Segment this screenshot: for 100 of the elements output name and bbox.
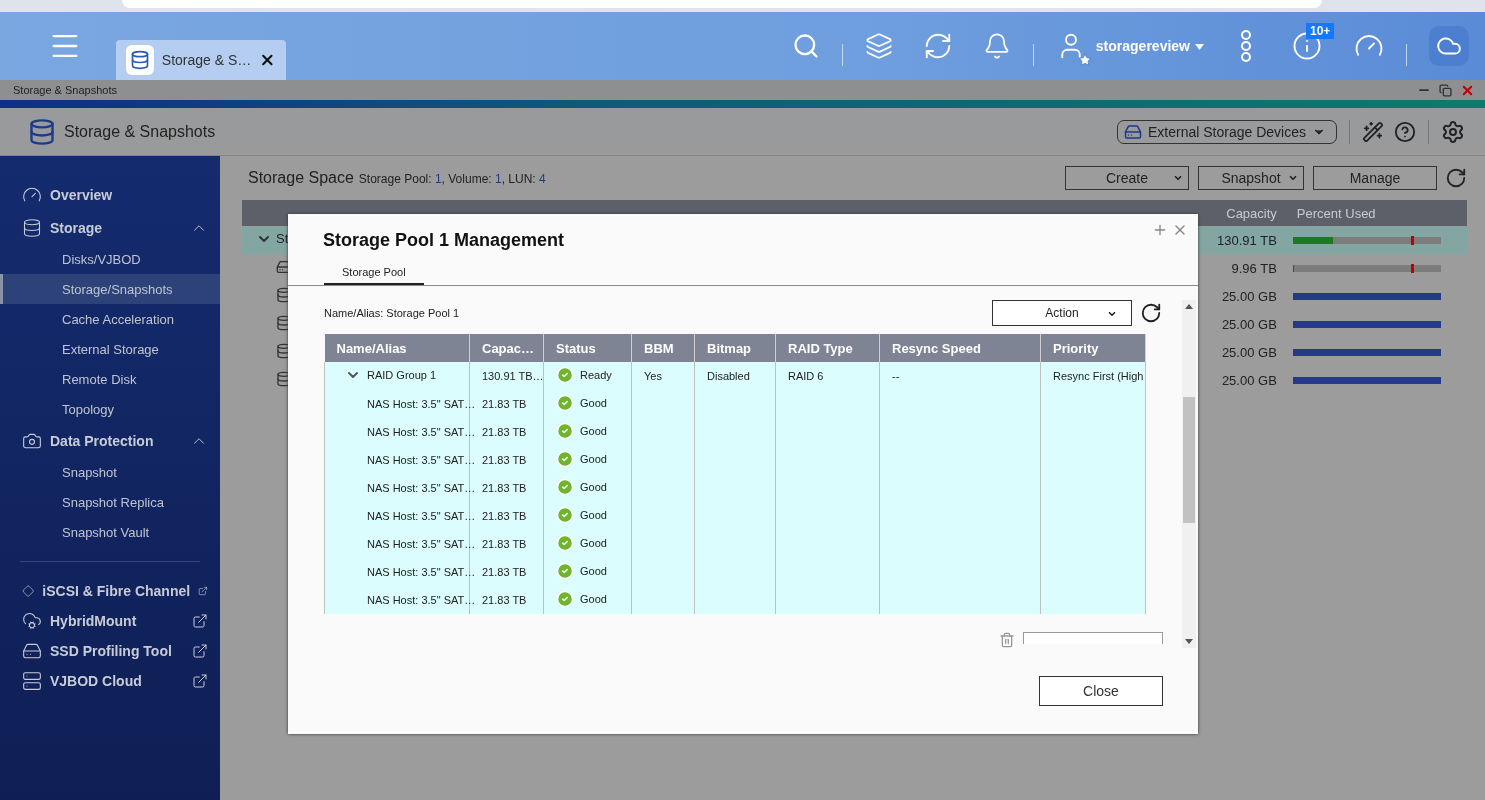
table-cell: Good <box>580 453 607 465</box>
sidebar-item[interactable]: iSCSI & Fibre Channel <box>0 576 220 606</box>
sidebar-item[interactable]: HybridMount <box>0 606 220 636</box>
caret-icon[interactable] <box>1195 44 1204 50</box>
column-header: BBM <box>631 334 695 362</box>
sidebar-item[interactable]: VJBOD Cloud <box>0 666 220 696</box>
sidebar-label: Data Protection <box>50 432 155 449</box>
sidebar-label: VJBOD Cloud <box>50 673 143 689</box>
settings-icon[interactable] <box>1441 119 1465 144</box>
table-cell: 130.91 TB <box>1206 226 1287 254</box>
sidebar-subitem[interactable]: Disks/VJBOD <box>0 244 220 274</box>
sidebar-item[interactable]: SSD Profiling Tool <box>0 636 220 666</box>
caret-icon <box>1173 173 1183 183</box>
column-header: Percent Used <box>1286 200 1467 226</box>
check-icon <box>556 450 574 468</box>
wand-icon[interactable] <box>1362 120 1384 143</box>
caret-icon <box>1107 309 1117 319</box>
storage-app-icon <box>28 117 56 146</box>
table-cell: Yes <box>644 370 662 382</box>
table-cell: NAS Host: 3.5" SAT… <box>367 510 476 522</box>
cloud-button[interactable] <box>1429 26 1469 66</box>
refresh-icon[interactable] <box>1445 167 1467 189</box>
external-link-icon[interactable] <box>192 643 208 659</box>
trash-icon[interactable] <box>999 632 1015 648</box>
search-icon[interactable] <box>791 32 820 60</box>
column-header: Resync Speed <box>879 334 1041 362</box>
table-cell: Disabled <box>707 370 750 382</box>
external-link-icon[interactable] <box>192 673 208 689</box>
table-cell: 9.96 TB <box>1206 254 1287 282</box>
table-cell-text: 25.00 GB <box>1220 315 1278 334</box>
table-cell: Good <box>580 537 607 549</box>
check-icon <box>556 506 574 524</box>
table-cell: NAS Host: 3.5" SAT… <box>367 454 476 466</box>
scrollbar[interactable] <box>1182 300 1196 648</box>
column-header: Name/Alias <box>324 334 470 362</box>
toolbar-button[interactable]: Manage <box>1313 166 1437 190</box>
table-cell: Resync First (High <box>1053 370 1144 382</box>
stack-icon[interactable] <box>864 32 893 60</box>
more-icon[interactable] <box>1240 30 1252 62</box>
sidebar-subitem[interactable]: Topology <box>0 394 220 424</box>
name-alias-label: Name/Alias: Storage Pool 1 <box>324 307 461 319</box>
sidebar-subitem[interactable]: Snapshot Vault <box>0 517 220 547</box>
table-cell: Good <box>580 593 607 605</box>
sidebar-item[interactable]: Overview <box>0 178 220 211</box>
section-title: Storage Space <box>248 169 354 187</box>
sidebar-label: Storage <box>50 219 104 236</box>
dropdown-field[interactable] <box>1023 632 1163 644</box>
table-cell: 21.83 TB <box>482 426 527 438</box>
sidebar-subitem[interactable]: Cache Acceleration <box>0 304 220 334</box>
sidebar-label: Overview <box>50 186 114 203</box>
action-menu[interactable]: Action <box>992 300 1132 326</box>
table-cell: 21.83 TB <box>482 566 527 578</box>
sidebar-subitem[interactable]: Snapshot Replica <box>0 487 220 517</box>
sidebar-subitem[interactable]: Snapshot <box>0 457 220 487</box>
column-header: Priority <box>1040 334 1146 362</box>
table-cell: NAS Host: 3.5" SAT… <box>367 482 476 494</box>
sidebar-subitem[interactable]: Remote Disk <box>0 364 220 394</box>
column-header: Capacity <box>1206 200 1287 226</box>
app-tab[interactable]: Storage & S… <box>116 40 286 80</box>
sidebar-item[interactable]: Data Protection <box>0 424 220 457</box>
dialog-title: Storage Pool 1 Management <box>323 230 565 252</box>
column-header: Capac… <box>469 334 544 362</box>
table-cell: 21.83 TB <box>482 594 527 606</box>
table-cell: NAS Host: 3.5" SAT… <box>367 426 476 438</box>
table-cell: NAS Host: 3.5" SAT… <box>367 566 476 578</box>
external-storage-menu[interactable]: External Storage Devices <box>1117 119 1337 144</box>
plus-icon[interactable] <box>1152 222 1168 238</box>
star-icon <box>1077 53 1092 67</box>
drive-icon <box>22 641 42 661</box>
table-cell: 21.83 TB <box>482 510 527 522</box>
table-cell[interactable]: St <box>242 226 289 254</box>
restore-icon[interactable] <box>1439 83 1452 97</box>
check-icon <box>556 478 574 496</box>
table-cell: Good <box>580 397 607 409</box>
refresh-icon[interactable] <box>1140 302 1162 324</box>
dropdown-button[interactable]: Snapshot <box>1198 166 1304 190</box>
table-cell: RAID 6 <box>788 370 824 382</box>
table-cell: NAS Host: 3.5" SAT… <box>367 594 476 606</box>
table-cell: Good <box>580 481 607 493</box>
help-icon[interactable] <box>1394 120 1416 143</box>
check-icon <box>556 534 574 552</box>
sidebar-item[interactable]: Storage <box>0 211 220 244</box>
table-cell: 21.83 TB <box>482 482 527 494</box>
table-cell-text: 25.00 GB <box>1220 287 1278 306</box>
external-link-icon[interactable] <box>192 613 208 629</box>
caret-icon <box>1288 173 1298 183</box>
sidebar-subitem[interactable]: External Storage <box>0 334 220 364</box>
check-icon <box>556 394 574 412</box>
cloud-icon <box>22 611 42 631</box>
table-cell: 21.83 TB <box>482 538 527 550</box>
sidebar-label: iSCSI & Fibre Channel <box>42 583 191 599</box>
sidebar-label: HybridMount <box>50 613 138 629</box>
close-button[interactable]: Close <box>1039 676 1163 706</box>
table-cell-text: 25.00 GB <box>1220 371 1278 390</box>
storage-summary: Storage Pool: 1, Volume: 1, LUN: 4 <box>358 172 547 186</box>
dropdown-button[interactable]: Create <box>1065 166 1189 190</box>
tab[interactable]: Storage Pool <box>324 266 424 285</box>
sidebar-subitem[interactable]: Storage/Snapshots <box>0 274 220 304</box>
table-cell: 21.83 TB <box>482 454 527 466</box>
table-cell: Good <box>580 425 607 437</box>
